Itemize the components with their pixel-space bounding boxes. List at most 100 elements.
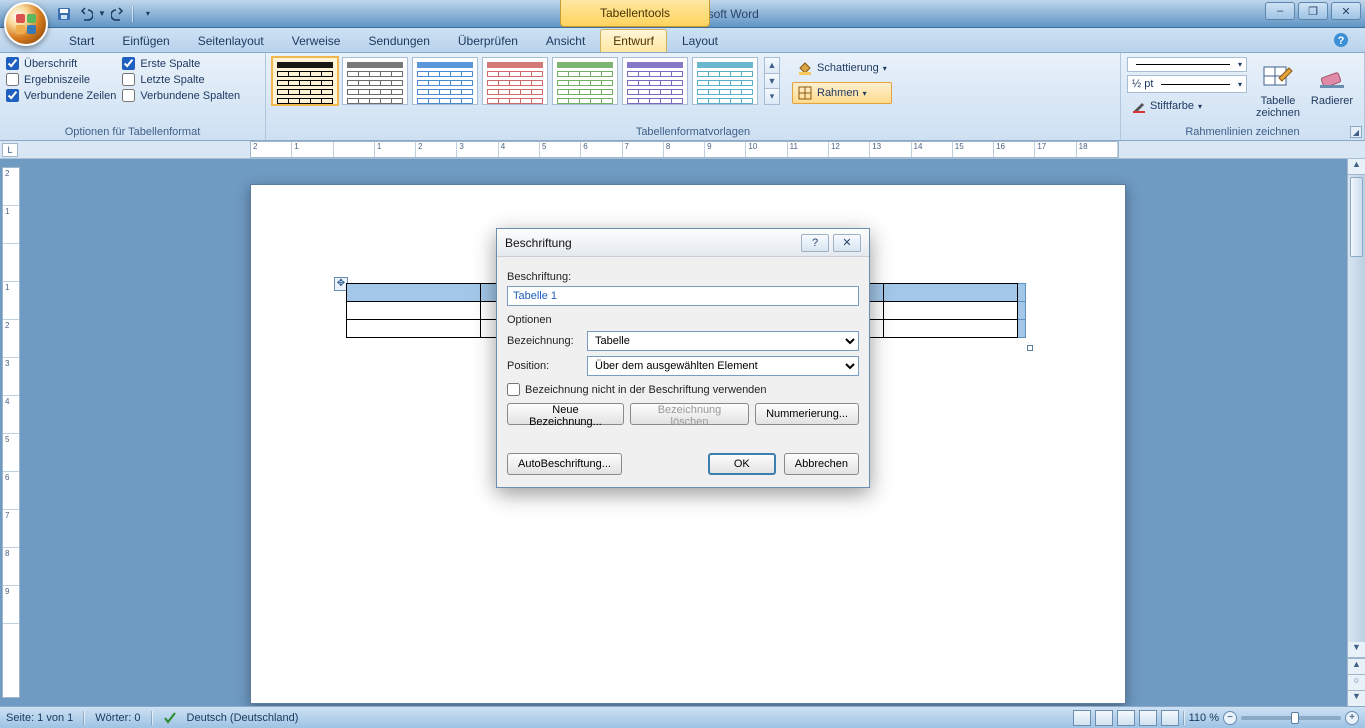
table-style-thumb[interactable]	[482, 57, 548, 105]
table-style-thumb[interactable]	[272, 57, 338, 105]
eraser-button[interactable]: Radierer	[1309, 57, 1355, 107]
qat-customize-button[interactable]: ▾	[138, 4, 158, 24]
dialog-help-button[interactable]: ?	[801, 234, 829, 252]
browse-next-icon[interactable]: ▼	[1348, 690, 1365, 706]
borders-label: Rahmen	[817, 87, 859, 99]
cb-total-row[interactable]: Ergebniszeile	[6, 73, 116, 86]
gallery-more-icon[interactable]: ▾	[765, 89, 779, 104]
caption-dialog: Beschriftung ? ✕ Beschriftung: Optionen …	[496, 228, 870, 488]
gallery-scroll[interactable]: ▲ ▼ ▾	[764, 57, 780, 105]
exclude-label-text: Bezeichnung nicht in der Beschriftung ve…	[525, 384, 767, 396]
tab-ansicht[interactable]: Ansicht	[533, 29, 598, 52]
dialog-titlebar[interactable]: Beschriftung ? ✕	[497, 229, 869, 257]
scroll-down-icon[interactable]: ▼	[1348, 642, 1365, 658]
group-options-label: Optionen für Tabellenformat	[6, 124, 259, 138]
numbering-button[interactable]: Nummerierung...	[755, 403, 859, 425]
line-weight-dropdown[interactable]: ½ pt ▾	[1127, 75, 1247, 93]
position-dropdown[interactable]: Über dem ausgewählten Element	[587, 356, 859, 376]
tab-ueberpruefen[interactable]: Überprüfen	[445, 29, 531, 52]
cb-last-column[interactable]: Letzte Spalte	[122, 73, 240, 86]
office-button[interactable]	[4, 2, 48, 46]
view-web-button[interactable]	[1117, 710, 1135, 726]
tab-verweise[interactable]: Verweise	[279, 29, 354, 52]
tab-selector[interactable]: L	[2, 143, 18, 157]
save-button[interactable]	[54, 4, 74, 24]
gallery-up-icon[interactable]: ▲	[765, 58, 779, 74]
draw-table-button[interactable]: Tabelle zeichnen	[1255, 57, 1301, 119]
draw-table-icon	[1262, 61, 1294, 93]
line-weight-label: ½ pt	[1132, 78, 1153, 90]
table-style-thumb[interactable]	[692, 57, 758, 105]
cb-banded-columns[interactable]: Verbundene Spalten	[122, 89, 240, 102]
cb-header-row[interactable]: Überschrift	[6, 57, 116, 70]
cb-banded-columns-label: Verbundene Spalten	[140, 90, 240, 102]
table-style-thumb[interactable]	[412, 57, 478, 105]
exclude-label-checkbox[interactable]	[507, 383, 520, 396]
undo-button[interactable]	[76, 4, 96, 24]
tab-layout[interactable]: Layout	[669, 29, 731, 52]
table-style-thumb[interactable]	[622, 57, 688, 105]
browse-object-icon[interactable]: ○	[1348, 674, 1365, 690]
zoom-in-button[interactable]: +	[1345, 711, 1359, 725]
table-style-thumb[interactable]	[342, 57, 408, 105]
table-resize-handle[interactable]	[1027, 345, 1033, 351]
ruler-row: L 21123456789101112131415161718	[0, 141, 1365, 159]
redo-button[interactable]	[108, 4, 128, 24]
tab-sendungen[interactable]: Sendungen	[355, 29, 442, 52]
eraser-label: Radierer	[1311, 95, 1353, 107]
cb-first-column[interactable]: Erste Spalte	[122, 57, 240, 70]
group-draw-launcher[interactable]: ◢	[1350, 126, 1362, 138]
zoom-out-button[interactable]: −	[1223, 711, 1237, 725]
cancel-button[interactable]: Abbrechen	[784, 453, 859, 475]
line-style-dropdown[interactable]: ▾	[1127, 57, 1247, 72]
tab-seitenlayout[interactable]: Seitenlayout	[185, 29, 277, 52]
tab-entwurf[interactable]: Entwurf	[600, 29, 667, 52]
close-button[interactable]: ✕	[1331, 2, 1361, 20]
quick-access-toolbar: ▼ ▾	[54, 4, 158, 24]
status-language[interactable]: Deutsch (Deutschland)	[187, 712, 299, 724]
shading-button[interactable]: Schattierung▾	[792, 57, 892, 79]
view-outline-button[interactable]	[1139, 710, 1157, 726]
gallery-down-icon[interactable]: ▼	[765, 74, 779, 90]
vertical-scrollbar[interactable]: ▲ ▼ ▲ ○ ▼	[1347, 159, 1365, 706]
dialog-close-button[interactable]: ✕	[833, 234, 861, 252]
status-words[interactable]: Wörter: 0	[95, 712, 140, 724]
zoom-level[interactable]: 110 %	[1189, 712, 1219, 724]
table-style-thumb[interactable]	[552, 57, 618, 105]
view-print-layout-button[interactable]	[1073, 710, 1091, 726]
cb-banded-rows-label: Verbundene Zeilen	[24, 90, 116, 102]
scroll-thumb[interactable]	[1350, 177, 1363, 257]
status-page[interactable]: Seite: 1 von 1	[6, 712, 73, 724]
tab-einfuegen[interactable]: Einfügen	[109, 29, 182, 52]
delete-label-button[interactable]: Bezeichnung löschen	[630, 403, 749, 425]
style-gallery[interactable]	[272, 57, 758, 105]
browse-prev-icon[interactable]: ▲	[1348, 658, 1365, 674]
zoom-slider[interactable]	[1241, 716, 1341, 720]
maximize-button[interactable]: ❐	[1298, 2, 1328, 20]
minimize-button[interactable]: –	[1265, 2, 1295, 20]
proofing-icon[interactable]	[163, 711, 177, 725]
autocaption-button[interactable]: AutoBeschriftung...	[507, 453, 622, 475]
scroll-up-icon[interactable]: ▲	[1348, 159, 1365, 175]
ok-button[interactable]: OK	[708, 453, 776, 475]
cb-first-column-label: Erste Spalte	[140, 58, 200, 70]
position-dropdown-label: Position:	[507, 360, 587, 372]
caption-field-label: Beschriftung:	[507, 271, 859, 283]
borders-button[interactable]: Rahmen▾	[792, 82, 892, 104]
pen-color-button[interactable]: Stiftfarbe▾	[1127, 96, 1247, 116]
cb-banded-rows[interactable]: Verbundene Zeilen	[6, 89, 116, 102]
view-fullscreen-button[interactable]	[1095, 710, 1113, 726]
horizontal-ruler[interactable]: 21123456789101112131415161718	[250, 141, 1119, 158]
new-label-button[interactable]: Neue Bezeichnung...	[507, 403, 624, 425]
ribbon-body: Überschrift Ergebniszeile Verbundene Zei…	[0, 53, 1365, 141]
ribbon-tabs: Start Einfügen Seitenlayout Verweise Sen…	[0, 28, 1365, 53]
caption-input[interactable]	[507, 286, 859, 306]
dialog-title: Beschriftung	[505, 236, 572, 250]
view-draft-button[interactable]	[1161, 710, 1179, 726]
tab-start[interactable]: Start	[56, 29, 107, 52]
vertical-ruler[interactable]: 21123456789	[2, 167, 20, 698]
pen-icon	[1132, 99, 1146, 113]
help-button[interactable]: ?	[1327, 28, 1355, 52]
shading-label: Schattierung	[817, 62, 879, 74]
label-dropdown[interactable]: Tabelle	[587, 331, 859, 351]
